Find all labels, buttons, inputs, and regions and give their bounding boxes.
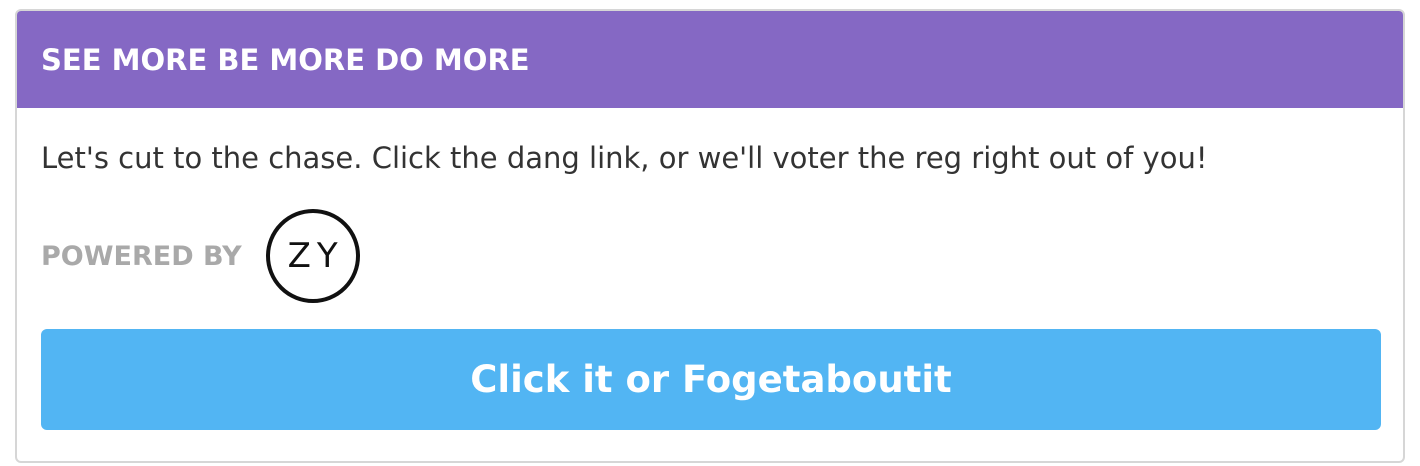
promo-card: SEE MORE BE MORE DO MORE Let's cut to th…	[15, 9, 1405, 463]
zy-logo-icon: ZY	[265, 209, 360, 303]
card-header: SEE MORE BE MORE DO MORE	[17, 11, 1403, 108]
powered-by-row: POWERED BY ZY	[41, 206, 1379, 306]
powered-by-label: POWERED BY	[41, 240, 242, 272]
card-body: Let's cut to the chase. Click the dang l…	[17, 140, 1403, 430]
message-text: Let's cut to the chase. Click the dang l…	[41, 141, 1208, 175]
card-title: SEE MORE BE MORE DO MORE	[41, 42, 530, 77]
cta-button[interactable]: Click it or Fogetaboutit	[41, 329, 1381, 430]
